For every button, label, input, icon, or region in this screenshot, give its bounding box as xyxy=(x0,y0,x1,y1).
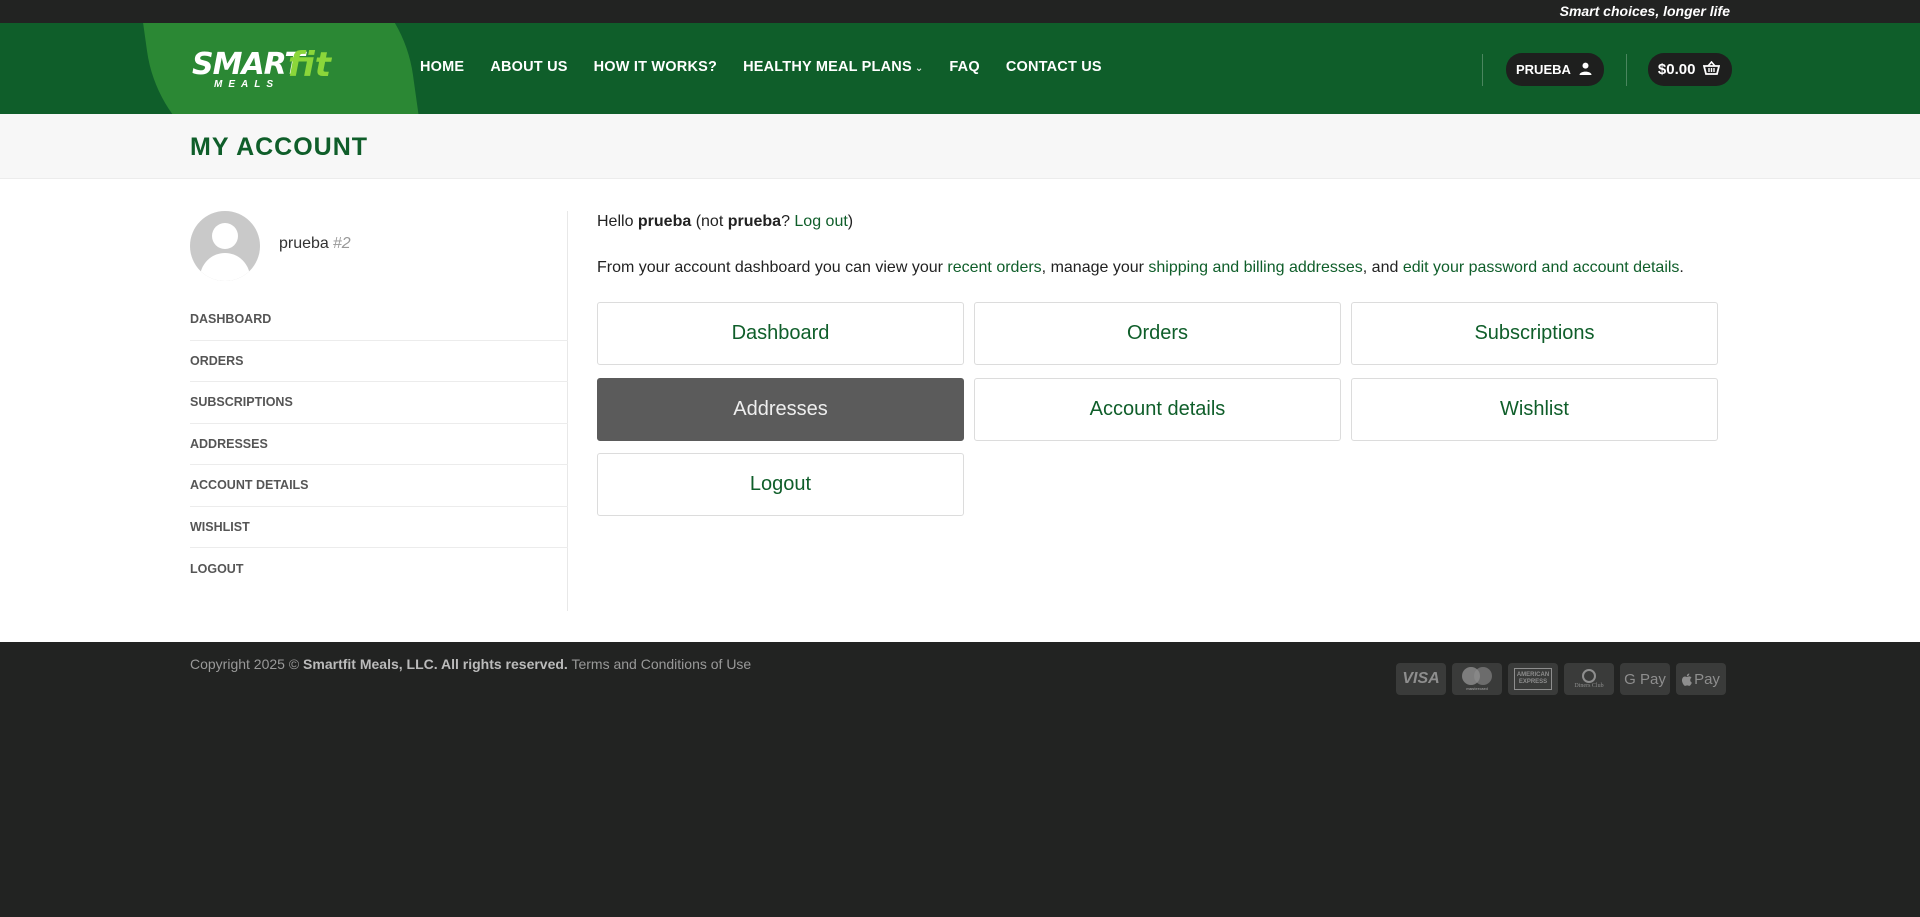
divider xyxy=(1482,53,1483,86)
nav-about-us[interactable]: ABOUT US xyxy=(490,59,567,75)
company-name: Smartfit Meals, LLC. All rights reserved… xyxy=(303,656,568,672)
visa-text: VISA xyxy=(1402,670,1440,687)
tagline: Smart choices, longer life xyxy=(1559,3,1730,19)
intro-prefix: From your account dashboard you can view… xyxy=(597,259,948,276)
site-header: SMART fit MEALS HOME ABOUT US HOW IT WOR… xyxy=(0,23,1920,114)
avatar xyxy=(190,211,260,281)
apple-icon xyxy=(1682,673,1692,686)
addresses-button[interactable]: Addresses xyxy=(597,378,964,441)
hello-user-2: prueba xyxy=(727,213,782,230)
account-content: Hello prueba (not prueba? Log out) From … xyxy=(597,211,1722,516)
sidebar-item-dashboard[interactable]: DASHBOARD xyxy=(190,299,568,341)
nav-faq[interactable]: FAQ xyxy=(949,59,979,75)
nav-healthy-meal-plans-label: HEALTHY MEAL PLANS xyxy=(743,59,912,75)
account-label: PRUEBA xyxy=(1516,62,1571,77)
diners-text: Diners Club xyxy=(1574,683,1604,689)
mastercard-circles xyxy=(1462,667,1492,685)
payment-icons: VISA mastercard AMERICAN EXPRESS Diners … xyxy=(1396,663,1726,695)
account-main: prueba #2 DASHBOARD ORDERS SUBSCRIPTIONS … xyxy=(0,179,1920,642)
nav-how-it-works[interactable]: HOW IT WORKS? xyxy=(594,59,717,75)
amex-icon: AMERICAN EXPRESS xyxy=(1508,663,1558,695)
basket-icon xyxy=(1703,60,1721,78)
account-menu: DASHBOARD ORDERS SUBSCRIPTIONS ADDRESSES… xyxy=(190,299,568,590)
cart-total: $0.00 xyxy=(1657,61,1696,78)
hello-end: ) xyxy=(847,213,854,230)
top-bar: Smart choices, longer life xyxy=(0,0,1920,23)
logout-button[interactable]: Logout xyxy=(597,453,964,516)
terms-link[interactable]: Terms and Conditions of Use xyxy=(571,656,751,672)
dashboard-intro: From your account dashboard you can view… xyxy=(597,257,1722,279)
gpay-text: G Pay xyxy=(1624,670,1666,688)
account-button[interactable]: PRUEBA xyxy=(1506,53,1604,86)
diners-circle xyxy=(1582,669,1596,683)
account-details-link[interactable]: edit your password and account details xyxy=(1403,259,1680,276)
orders-button[interactable]: Orders xyxy=(974,302,1341,365)
user-icon xyxy=(1579,62,1592,78)
intro-end: . xyxy=(1679,259,1684,276)
account-details-button[interactable]: Account details xyxy=(974,378,1341,441)
addresses-link[interactable]: shipping and billing addresses xyxy=(1148,259,1362,276)
divider xyxy=(1625,53,1627,86)
copyright-prefix: Copyright 2025 © xyxy=(190,656,304,672)
hello-prefix: Hello xyxy=(597,213,638,230)
site-footer: Copyright 2025 © Smartfit Meals, LLC. Al… xyxy=(0,643,1920,917)
avatar-head xyxy=(212,223,238,249)
logo-sub: MEALS xyxy=(214,79,279,90)
recent-orders-link[interactable]: recent orders xyxy=(947,259,1041,276)
wishlist-button[interactable]: Wishlist xyxy=(1351,378,1718,441)
account-sidebar: prueba #2 DASHBOARD ORDERS SUBSCRIPTIONS … xyxy=(190,211,568,611)
subscriptions-button[interactable]: Subscriptions xyxy=(1351,302,1718,365)
sidebar-item-account-details[interactable]: ACCOUNT DETAILS xyxy=(190,465,568,507)
intro-mid-2: , and xyxy=(1362,259,1403,276)
amex-text: AMERICAN EXPRESS xyxy=(1514,668,1552,690)
user-name-text: prueba xyxy=(279,235,329,252)
user-name: prueba #2 xyxy=(279,235,351,253)
apple-pay-icon: Pay xyxy=(1676,663,1726,695)
sidebar-item-subscriptions[interactable]: SUBSCRIPTIONS xyxy=(190,382,568,424)
dashboard-button[interactable]: Dashboard xyxy=(597,302,964,365)
logout-link[interactable]: Log out xyxy=(794,213,847,230)
sidebar-item-orders[interactable]: ORDERS xyxy=(190,341,568,382)
header-actions: PRUEBA $0.00 xyxy=(1482,53,1733,86)
avatar-body xyxy=(200,253,250,281)
hello-message: Hello prueba (not prueba? Log out) xyxy=(597,211,1722,233)
page-title-bar: MY ACCOUNT xyxy=(0,114,1920,179)
mastercard-text: mastercard xyxy=(1466,686,1488,691)
intro-mid-1: , manage your xyxy=(1041,259,1149,276)
sidebar-item-wishlist[interactable]: WISHLIST xyxy=(190,507,568,548)
mastercard-icon: mastercard xyxy=(1452,663,1502,695)
copyright: Copyright 2025 © Smartfit Meals, LLC. Al… xyxy=(190,656,751,672)
hello-q: ? xyxy=(781,213,795,230)
sidebar-item-addresses[interactable]: ADDRESSES xyxy=(190,424,568,465)
chevron-down-icon: ⌄ xyxy=(914,63,924,74)
diners-club-icon: Diners Club xyxy=(1564,663,1614,695)
main-nav: HOME ABOUT US HOW IT WORKS? HEALTHY MEAL… xyxy=(420,59,1102,75)
nav-home[interactable]: HOME xyxy=(420,59,464,75)
hello-mid: (not xyxy=(691,213,728,230)
nav-healthy-meal-plans[interactable]: HEALTHY MEAL PLANS ⌄ xyxy=(743,59,923,75)
page-title: MY ACCOUNT xyxy=(190,133,369,161)
apple-pay-text: Pay xyxy=(1694,670,1720,688)
cart-button[interactable]: $0.00 xyxy=(1647,53,1733,86)
hello-user: prueba xyxy=(637,213,692,230)
nav-contact-us[interactable]: CONTACT US xyxy=(1006,59,1102,75)
logo-mark: fit xyxy=(288,45,332,85)
site-logo[interactable]: SMART fit MEALS xyxy=(190,45,332,93)
sidebar-item-logout[interactable]: LOGOUT xyxy=(190,548,568,590)
user-id: #2 xyxy=(332,235,351,252)
google-pay-icon: G Pay xyxy=(1620,663,1670,695)
visa-icon: VISA xyxy=(1396,663,1446,695)
